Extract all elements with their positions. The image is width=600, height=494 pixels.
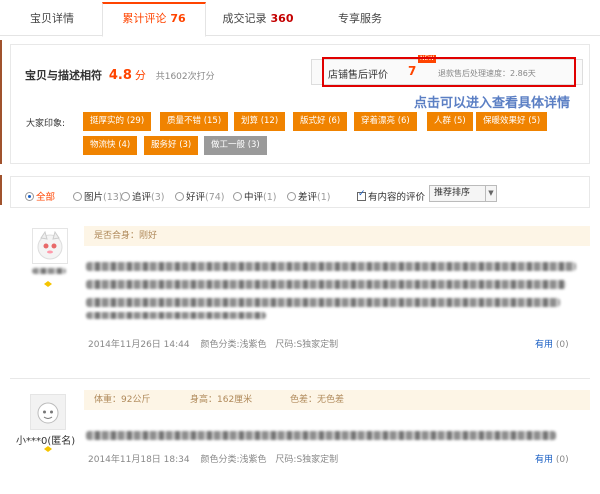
filter-mid-count: (1) [263, 192, 277, 203]
review-meta: 2014年11月26日 14:44 颜色分类:浅紫色 尺码:S独家定制 [88, 337, 338, 350]
impression-label: 大家印象: [26, 119, 66, 129]
review-text-line [86, 431, 556, 440]
review-text-line [86, 262, 576, 271]
default-avatar-icon [31, 395, 65, 429]
review-date: 2014年11月18日 18:34 [88, 455, 190, 465]
avatar[interactable] [30, 394, 66, 430]
radio-dot [287, 192, 296, 201]
review-text-line [86, 298, 560, 307]
impression-tag[interactable]: 划算 (12) [234, 112, 286, 131]
tab-count: 76 [170, 12, 186, 25]
has-content-label: 有内容的评价 [368, 192, 426, 203]
attr-height: 身高：162厘米 [190, 395, 253, 405]
filter-pics-label: 图片 [84, 192, 104, 203]
user-name: 小***0(匿名) [16, 436, 76, 447]
filter-pics-count: (13) [103, 192, 123, 203]
impression-tag[interactable]: 做工一般 (3) [204, 136, 267, 155]
tab-label: 专享服务 [338, 12, 382, 25]
filter-bad-label: 差评 [298, 192, 318, 203]
has-content-checkbox[interactable]: 有内容的评价 [357, 189, 425, 203]
tab-transactions[interactable]: 成交记录 360 [206, 4, 310, 36]
checkbox-box [357, 189, 366, 201]
useful-count: (0) [555, 455, 569, 465]
impression-tag[interactable]: 挺厚实的 (29) [83, 112, 152, 131]
radio-dot [175, 192, 184, 201]
review-date: 2014年11月26日 14:44 [88, 340, 190, 350]
filter-good-radio[interactable]: 好评(74) [175, 189, 225, 203]
useful-count: (0) [555, 340, 569, 350]
attr-color: 色差：无色差 [290, 395, 345, 405]
review-attributes: 是否合身：刚好 [84, 226, 590, 246]
attr-weight: 体重：92公斤 [94, 395, 151, 405]
review-divider [10, 378, 590, 379]
filter-good-label: 好评 [186, 192, 206, 203]
impression-tag[interactable]: 物流快 (4) [83, 136, 138, 155]
highlight-box [322, 57, 576, 87]
sort-label: 推荐排序 [434, 188, 471, 198]
review-meta: 2014年11月18日 18:34 颜色分类:浅紫色 尺码:S独家定制 [88, 452, 338, 465]
tab-label: 成交记录 [222, 12, 267, 25]
useful-button[interactable]: 有用 (0) [535, 452, 569, 465]
filter-mid-label: 中评 [244, 192, 264, 203]
impression-tag[interactable]: 版式好 (6) [293, 112, 348, 131]
radio-dot [121, 192, 130, 201]
impression-tag[interactable]: 质量不错 (15) [160, 112, 229, 131]
radio-dot [73, 192, 82, 201]
impression-tag[interactable]: 穿着漂亮 (6) [354, 112, 417, 131]
match-label: 宝贝与描述相符 [25, 69, 102, 82]
match-score-row: 宝贝与描述相符 4.8 分 共1602次打分 [25, 67, 215, 83]
avatar[interactable] [32, 228, 68, 264]
attr-fit: 是否合身：刚好 [94, 231, 158, 241]
section-accent [0, 40, 2, 164]
tab-services[interactable]: 专享服务 [310, 4, 410, 36]
filter-all-label: 全部 [36, 192, 56, 203]
review-filter-bar: 全部 图片(13) 追评(3) 好评(74) 中评(1) 差评(1) 有内容的评… [10, 176, 590, 208]
cat-avatar-icon [37, 230, 63, 260]
impression-tag[interactable]: 保暖效果好 (5) [476, 112, 548, 131]
review-text-line [86, 312, 266, 319]
filter-append-count: (3) [151, 192, 165, 203]
match-unit: 分 [134, 69, 146, 82]
review-attributes: 体重：92公斤 身高：162厘米 色差：无色差 [84, 390, 590, 410]
section-accent [0, 175, 2, 205]
useful-button[interactable]: 有用 (0) [535, 337, 569, 350]
tab-reviews[interactable]: 累计评论 76 [102, 2, 206, 37]
filter-bad-count: (1) [317, 192, 331, 203]
sort-select[interactable]: 推荐排序 ▼ [429, 185, 497, 202]
user-name-blurred [32, 268, 66, 274]
tab-label: 累计评论 [122, 12, 167, 25]
impression-tag[interactable]: 服务好 (3) [144, 136, 199, 155]
filter-pics-radio[interactable]: 图片(13) [73, 189, 123, 203]
radio-dot [233, 192, 242, 201]
tab-item-details[interactable]: 宝贝详情 [2, 4, 102, 36]
tab-bar: 宝贝详情 累计评论 76 成交记录 360 专享服务 [0, 0, 600, 37]
impression-tag[interactable]: 人群 (5) [427, 112, 473, 131]
filter-append-label: 追评 [132, 192, 152, 203]
filter-append-radio[interactable]: 追评(3) [121, 189, 164, 203]
review-color: 颜色分类:浅紫色 [200, 455, 267, 465]
filter-all-radio[interactable]: 全部 [25, 189, 55, 203]
tab-count: 360 [270, 12, 294, 25]
hint-text: 点击可以进入查看具体详情 [414, 96, 571, 111]
review-color: 颜色分类:浅紫色 [200, 340, 267, 350]
radio-dot [25, 192, 34, 201]
vip-diamond-icon [44, 281, 52, 287]
chevron-down-icon: ▼ [485, 186, 496, 201]
useful-label: 有用 [535, 340, 554, 350]
filter-mid-radio[interactable]: 中评(1) [233, 189, 276, 203]
filter-good-count: (74) [205, 192, 225, 203]
filter-bad-radio[interactable]: 差评(1) [287, 189, 330, 203]
useful-label: 有用 [535, 455, 554, 465]
review-text-line [86, 280, 566, 289]
review-size: 尺码:S独家定制 [275, 340, 339, 350]
tab-label: 宝贝详情 [30, 12, 74, 25]
match-score: 4.8 [108, 68, 132, 83]
match-total: 共1602次打分 [155, 72, 215, 82]
review-size: 尺码:S独家定制 [275, 455, 339, 465]
